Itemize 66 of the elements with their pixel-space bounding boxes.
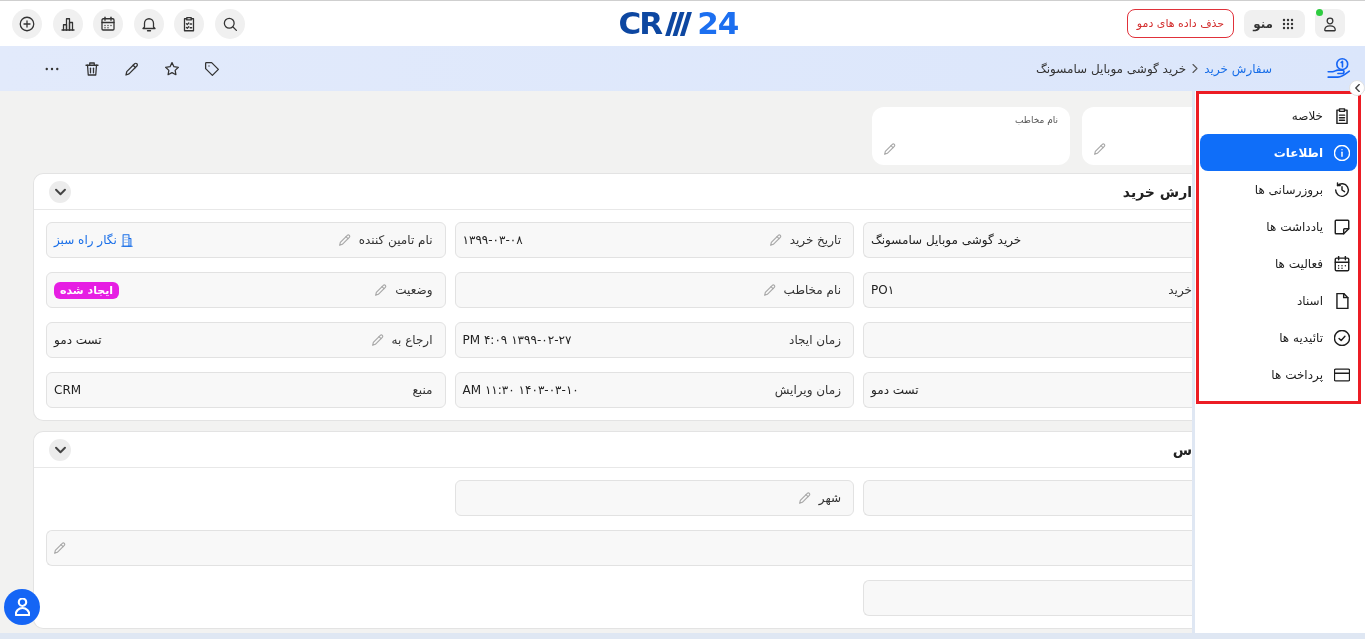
side-menu-item[interactable]: تائیدیه ها xyxy=(1200,319,1357,356)
supplier-link[interactable]: نگار راه سبز xyxy=(54,233,133,247)
field-value: تست دمو xyxy=(871,383,919,397)
field-value: ۱۳۹۹-۰۳-۰۸ xyxy=(462,233,523,247)
field-value: ۱۳۹۹-۰۲-۲۷ ۴:۰۹ PM xyxy=(462,333,572,347)
chevron-down-icon xyxy=(54,187,66,196)
side-menu-item[interactable]: اسناد xyxy=(1200,282,1357,319)
info-icon xyxy=(1334,144,1350,161)
logo-text: CR xyxy=(618,8,662,39)
calendar-icon xyxy=(99,14,117,33)
chevron-icon xyxy=(1191,63,1200,74)
field-label: تاریخ خرید xyxy=(789,233,841,247)
field-value: ۱۴۰۳-۰۳-۱۰ ۱۱:۳۰ AM xyxy=(462,383,579,397)
notifications-button[interactable] xyxy=(133,8,164,39)
field-label: زمان ویرایش xyxy=(774,383,841,397)
reports-button[interactable] xyxy=(52,8,83,39)
field-value: PO۱ xyxy=(871,283,895,297)
star-icon[interactable] xyxy=(163,59,181,78)
side-menu-item[interactable]: یادداشت ها xyxy=(1200,208,1357,245)
field-label: ارجاع به xyxy=(391,333,433,347)
field-label: وضعیت xyxy=(395,283,433,297)
field-label: شهر xyxy=(818,491,841,505)
card-label: نام مخاطب xyxy=(1013,115,1058,125)
tag-icon[interactable] xyxy=(203,59,221,78)
field-value: تست دمو xyxy=(54,333,102,347)
delete-demo-data-button[interactable]: حذف داده های دمو xyxy=(1126,9,1235,38)
side-menu-item[interactable]: پرداخت ها xyxy=(1200,356,1357,393)
chevron-down-icon xyxy=(54,445,66,454)
side-menu-item[interactable]: اطلاعات xyxy=(1200,134,1357,171)
breadcrumb-current: خرید گوشی موبایل سامسونگ xyxy=(1036,61,1187,76)
add-button[interactable] xyxy=(12,8,42,39)
collapse-button[interactable] xyxy=(49,180,71,203)
tasks-button[interactable] xyxy=(174,8,204,39)
field-label: نام مخاطب xyxy=(783,283,841,297)
chevron-left-icon xyxy=(1354,84,1360,92)
field-label: منبع xyxy=(412,383,433,397)
logo-stripes-icon xyxy=(664,11,695,36)
plus-circle-icon xyxy=(18,14,36,33)
field-value: CRM xyxy=(54,383,82,397)
side-menu-item[interactable]: فعالیت ها xyxy=(1200,245,1357,282)
field-value: خرید گوشی موبایل سامسونگ xyxy=(871,233,1022,247)
check-circle-icon xyxy=(1334,329,1350,346)
person-icon xyxy=(14,598,30,616)
menu-button[interactable]: منو xyxy=(1244,9,1305,38)
calendar-button[interactable] xyxy=(93,8,123,39)
collapse-button[interactable] xyxy=(49,438,71,461)
field-label: خرید xyxy=(1168,283,1192,297)
building-icon xyxy=(120,233,133,247)
breadcrumb-link[interactable]: سفارش خرید xyxy=(1204,61,1272,76)
clipboard-icon xyxy=(1334,107,1350,124)
section-title: س xyxy=(1172,441,1192,458)
note-icon xyxy=(1334,218,1350,235)
search-button[interactable] xyxy=(214,8,245,39)
section-title: ارش خرید xyxy=(1122,183,1192,200)
logo-text: 24 xyxy=(697,8,739,39)
calendar-icon xyxy=(1334,255,1350,272)
field-label: زمان ایجاد xyxy=(789,333,841,347)
status-badge: ایجاد شده xyxy=(54,281,120,299)
history-icon xyxy=(1334,181,1350,198)
document-icon xyxy=(1334,292,1350,309)
user-button[interactable] xyxy=(1315,9,1345,38)
trash-icon[interactable] xyxy=(83,59,101,78)
field-label: نام تامین کننده xyxy=(358,233,433,247)
side-menu-item[interactable]: خلاصه xyxy=(1200,97,1357,134)
side-menu-item[interactable]: بروزرسانی ها xyxy=(1200,171,1357,208)
credit-card-icon xyxy=(1334,366,1350,383)
